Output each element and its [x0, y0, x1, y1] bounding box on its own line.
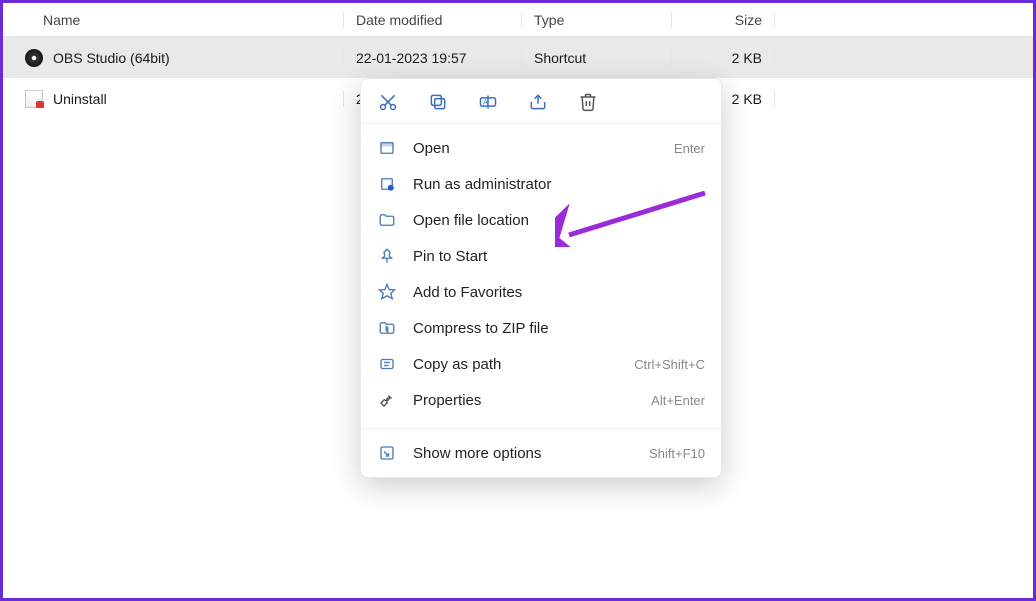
menu-item-label: Properties — [413, 392, 635, 409]
open-icon — [377, 138, 397, 158]
column-header-date[interactable]: Date modified — [343, 12, 521, 28]
zip-icon — [377, 318, 397, 338]
menu-item-show-more[interactable]: Show more options Shift+F10 — [361, 435, 721, 471]
context-menu-quick-actions: A — [361, 79, 721, 124]
folder-icon — [377, 210, 397, 230]
cut-icon[interactable] — [377, 91, 399, 113]
menu-item-label: Add to Favorites — [413, 284, 689, 301]
menu-item-label: Open file location — [413, 212, 689, 229]
menu-item-label: Show more options — [413, 445, 633, 462]
copy-icon[interactable] — [427, 91, 449, 113]
menu-separator — [361, 428, 721, 429]
menu-item-open[interactable]: Open Enter — [361, 130, 721, 166]
file-type: Shortcut — [521, 50, 671, 66]
copy-path-icon — [377, 354, 397, 374]
menu-item-shortcut: Shift+F10 — [649, 446, 705, 461]
menu-item-run-admin[interactable]: Run as administrator — [361, 166, 721, 202]
menu-item-add-favorites[interactable]: Add to Favorites — [361, 274, 721, 310]
menu-item-open-file-location[interactable]: Open file location — [361, 202, 721, 238]
obs-icon — [25, 49, 43, 67]
menu-item-label: Run as administrator — [413, 176, 689, 193]
menu-item-properties[interactable]: Properties Alt+Enter — [361, 382, 721, 418]
rename-icon[interactable]: A — [477, 91, 499, 113]
menu-item-shortcut: Alt+Enter — [651, 393, 705, 408]
more-options-icon — [377, 443, 397, 463]
wrench-icon — [377, 390, 397, 410]
svg-text:A: A — [483, 98, 488, 107]
share-icon[interactable] — [527, 91, 549, 113]
context-menu: A Open Enter Run as administrator — [360, 78, 722, 478]
delete-icon[interactable] — [577, 91, 599, 113]
file-name: OBS Studio (64bit) — [53, 50, 170, 66]
menu-item-label: Compress to ZIP file — [413, 320, 689, 337]
pin-icon — [377, 246, 397, 266]
column-header-row: Name Date modified Type Size — [3, 3, 1033, 37]
column-header-size[interactable]: Size — [671, 12, 775, 28]
menu-item-label: Pin to Start — [413, 248, 689, 265]
column-header-name[interactable]: Name — [3, 12, 343, 28]
star-icon — [377, 282, 397, 302]
file-size: 2 KB — [671, 50, 775, 66]
uninstall-icon — [25, 90, 43, 108]
table-row[interactable]: OBS Studio (64bit) 22-01-2023 19:57 Shor… — [3, 37, 1033, 78]
file-date: 22-01-2023 19:57 — [343, 50, 521, 66]
menu-item-pin-start[interactable]: Pin to Start — [361, 238, 721, 274]
admin-shield-icon — [377, 174, 397, 194]
file-name: Uninstall — [53, 91, 107, 107]
menu-item-label: Copy as path — [413, 356, 618, 373]
menu-item-shortcut: Ctrl+Shift+C — [634, 357, 705, 372]
menu-item-copy-path[interactable]: Copy as path Ctrl+Shift+C — [361, 346, 721, 382]
menu-item-compress-zip[interactable]: Compress to ZIP file — [361, 310, 721, 346]
column-header-type[interactable]: Type — [521, 12, 671, 28]
menu-item-label: Open — [413, 140, 658, 157]
menu-item-shortcut: Enter — [674, 141, 705, 156]
